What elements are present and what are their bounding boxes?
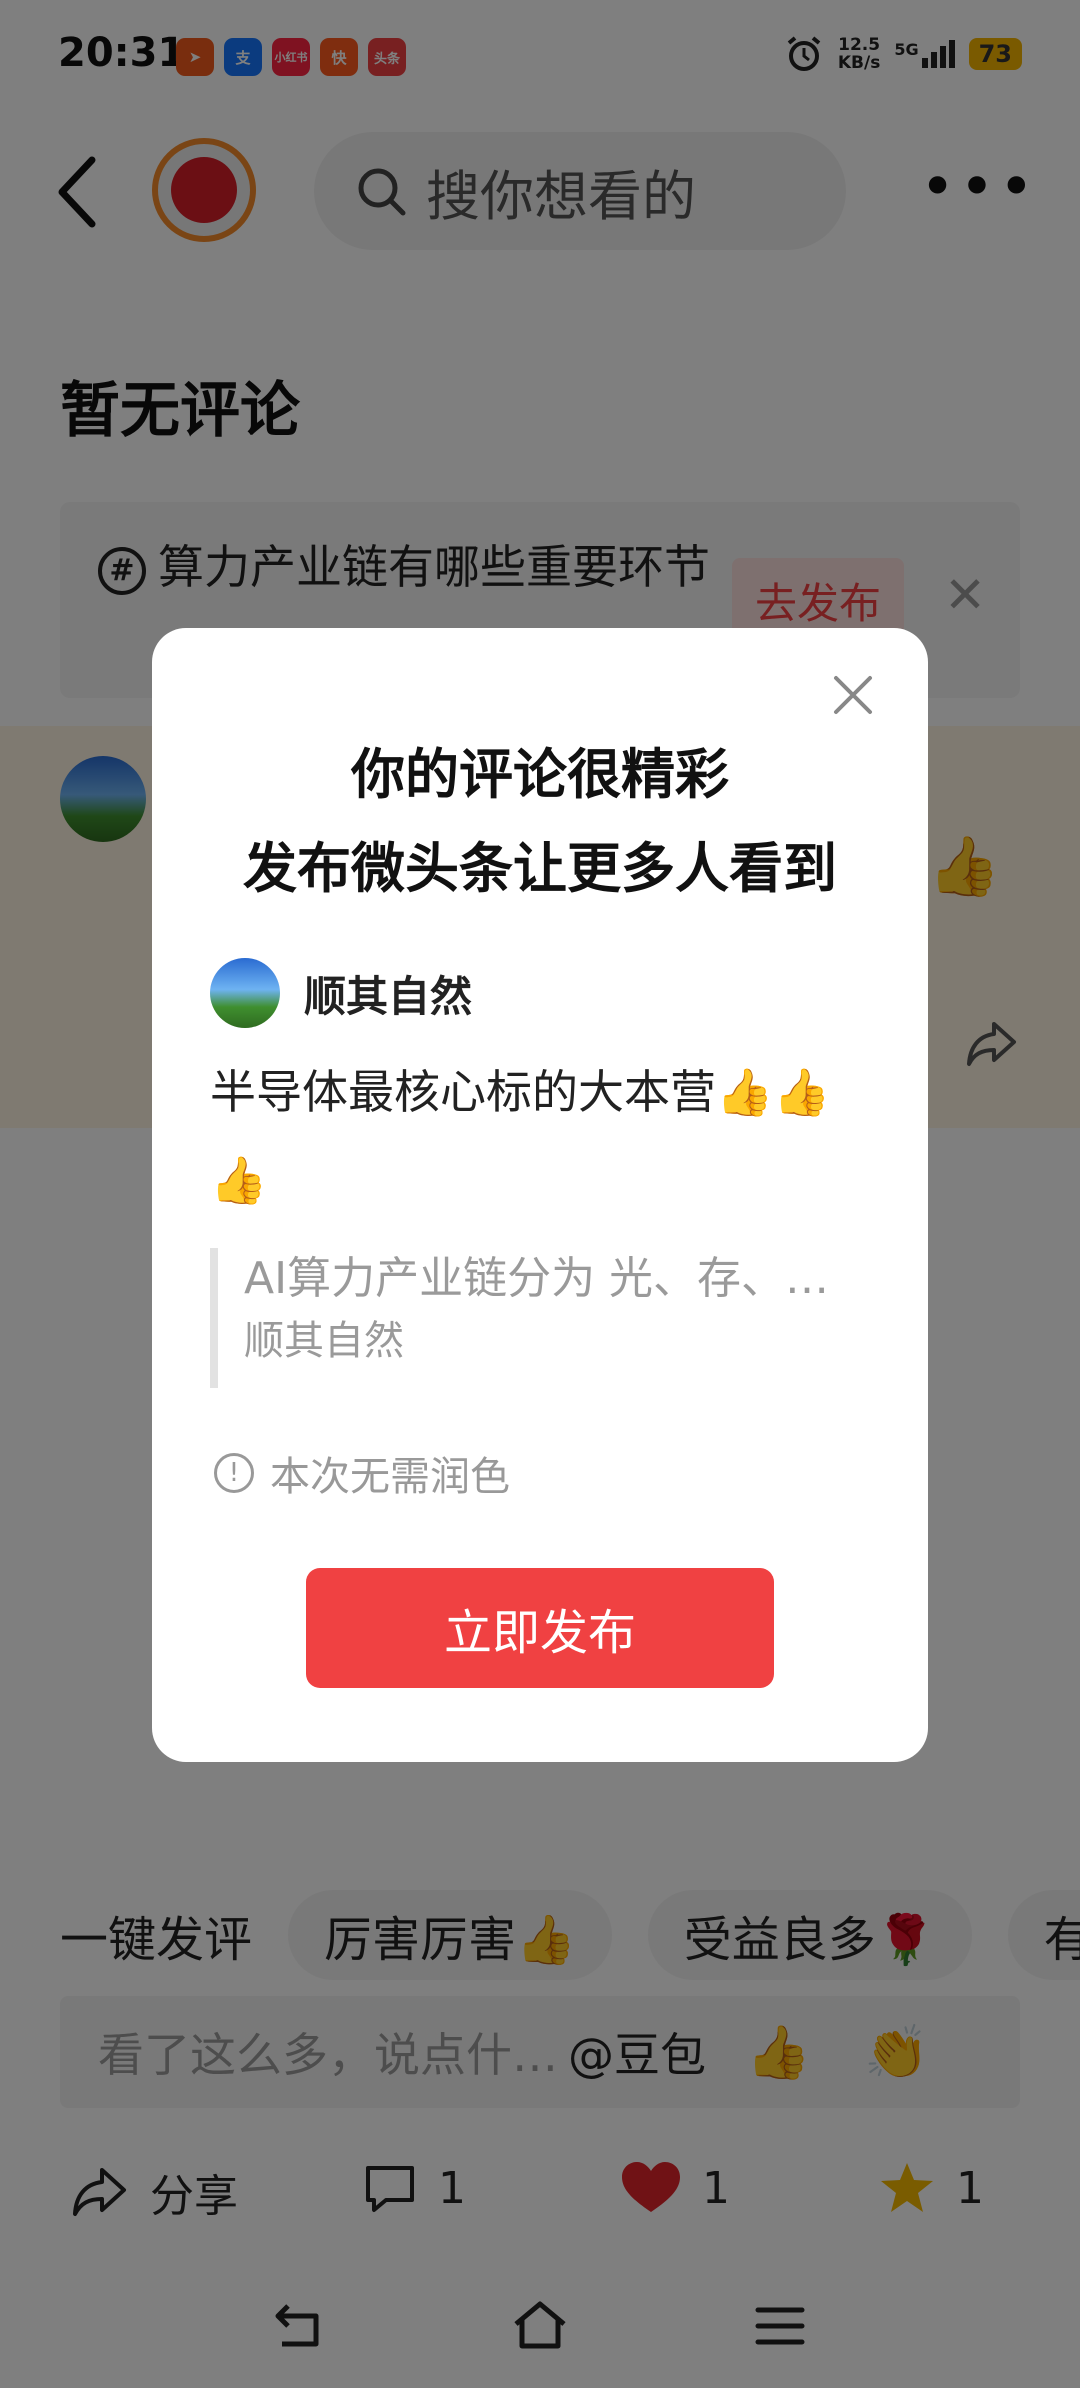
author-avatar xyxy=(210,958,280,1028)
dialog-title: 你的评论很精彩 发布微头条让更多人看到 xyxy=(152,728,928,916)
dialog-title-line1: 你的评论很精彩 xyxy=(351,743,729,806)
publish-now-button[interactable]: 立即发布 xyxy=(306,1568,774,1688)
info-icon: ! xyxy=(214,1453,254,1493)
quoted-article-text: AI算力产业链分为 光、存、… xyxy=(244,1253,830,1304)
quoted-article: AI算力产业链分为 光、存、… 顺其自然 xyxy=(210,1248,870,1388)
author-name: 顺其自然 xyxy=(304,971,473,1021)
comment-preview-text: 半导体最核心标的大本营👍👍👍 xyxy=(210,1065,831,1207)
polish-tip: ! 本次无需润色 xyxy=(214,1444,510,1502)
polish-tip-text: 本次无需润色 xyxy=(270,1454,510,1500)
publish-dialog: 你的评论很精彩 发布微头条让更多人看到 顺其自然 半导体最核心标的大本营👍👍👍 … xyxy=(152,628,928,1762)
close-icon[interactable] xyxy=(828,670,878,720)
comment-author: 顺其自然 xyxy=(210,958,472,1028)
quoted-article-author: 顺其自然 xyxy=(244,1318,404,1364)
dialog-title-line2: 发布微头条让更多人看到 xyxy=(243,837,837,900)
